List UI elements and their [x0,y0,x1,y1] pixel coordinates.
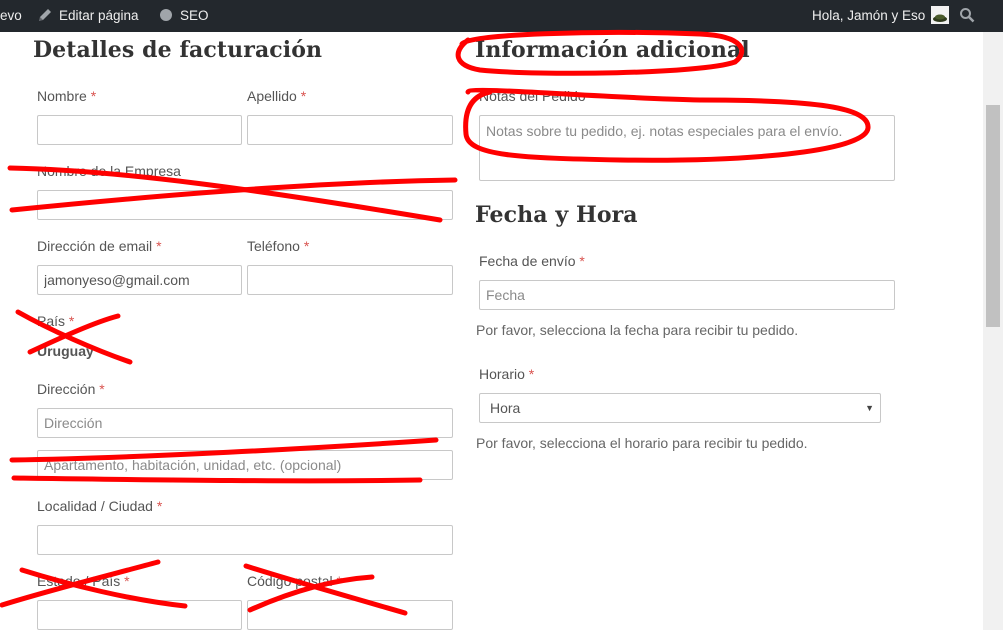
admin-seo-item[interactable]: SEO [160,0,209,32]
address-label: Dirección * [37,381,105,397]
delivery-heading: Fecha y Hora [475,202,638,228]
pencil-icon [39,8,51,21]
state-input[interactable] [37,600,242,630]
postcode-label: Código postal * [247,573,342,589]
city-label: Localidad / Ciudad * [37,498,163,514]
circle-icon [160,9,172,22]
admin-seo-label: SEO [180,8,209,23]
postcode-input[interactable] [247,600,453,630]
admin-greeting: Hola, Jamón y Eso [812,8,926,23]
phone-label: Teléfono * [247,238,310,254]
delivery-date-help: Por favor, selecciona la fecha para reci… [476,322,799,338]
email-label: Dirección de email * [37,238,162,254]
first-name-label: Nombre * [37,88,97,104]
order-notes-label: Notas del Pedido [479,88,586,104]
country-label: País * [37,313,75,329]
address2-input[interactable] [37,450,453,480]
delivery-time-select[interactable]: Hora ▼ [479,393,881,423]
admin-edit-page-item[interactable]: Editar página [37,0,139,32]
country-value: Uruguay [37,343,94,359]
admin-bar: evo Editar página SEO Hola, Jamón y Eso [0,0,1003,32]
email-input[interactable] [37,265,242,295]
scrollbar-thumb[interactable] [986,105,1000,327]
city-input[interactable] [37,525,453,555]
last-name-input[interactable] [247,115,453,145]
dropdown-arrow-icon: ▼ [865,403,874,413]
admin-new-item[interactable]: evo [0,0,22,32]
avatar-icon [931,5,950,24]
state-label: Estado / País * [37,573,130,589]
admin-search-item[interactable] [959,0,975,32]
delivery-time-selected: Hora [490,400,521,416]
order-notes-textarea[interactable] [479,115,895,181]
phone-input[interactable] [247,265,453,295]
address-input[interactable] [37,408,453,438]
company-label: Nombre de la Empresa [37,163,181,179]
company-input[interactable] [37,190,453,220]
delivery-date-input[interactable] [479,280,895,310]
billing-heading: Detalles de facturación [33,37,323,63]
search-icon [960,7,975,23]
admin-edit-page-label: Editar página [59,8,139,23]
first-name-input[interactable] [37,115,242,145]
admin-account-item[interactable]: Hola, Jamón y Eso [812,0,950,32]
page-scrollbar[interactable] [983,32,1003,630]
delivery-time-help: Por favor, selecciona el horario para re… [476,435,808,451]
delivery-time-label: Horario * [479,366,535,382]
last-name-label: Apellido * [247,88,307,104]
additional-info-heading: Información adicional [475,37,750,63]
delivery-date-label: Fecha de envío * [479,253,585,269]
